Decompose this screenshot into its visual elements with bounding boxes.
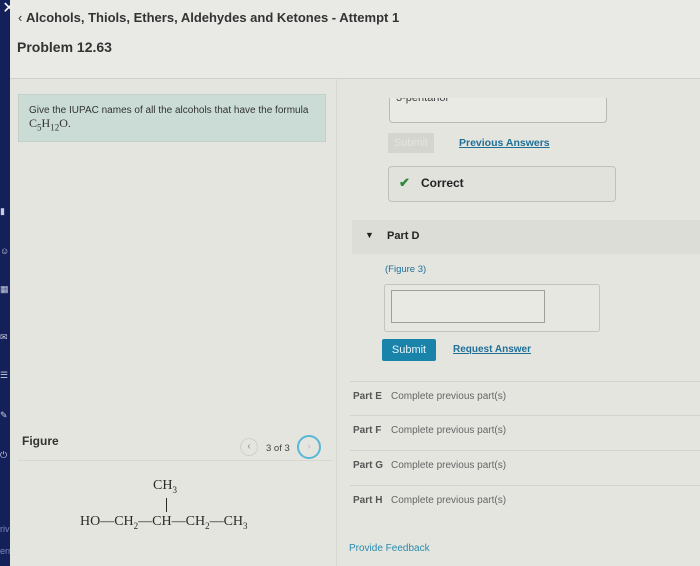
- part-row-f[interactable]: Part F Complete previous part(s): [350, 415, 700, 449]
- sidebar-text: ern: [0, 546, 10, 556]
- figure-label: Figure: [22, 434, 59, 448]
- edit-icon[interactable]: ✎: [0, 410, 10, 421]
- part-row-g[interactable]: Part G Complete previous part(s): [350, 450, 700, 484]
- part-d-answer-frame: [384, 284, 600, 332]
- part-d-submit-button[interactable]: Submit: [382, 339, 436, 361]
- header: ‹ Alcohols, Thiols, Ethers, Aldehydes an…: [10, 0, 700, 79]
- figure-3-link[interactable]: (Figure 3): [385, 264, 426, 275]
- correct-feedback-box: ✔ Correct: [388, 166, 616, 202]
- question-text: Give the IUPAC names of all the alcohols…: [29, 105, 319, 133]
- part-label: Part G: [353, 460, 384, 471]
- part-d-header[interactable]: ▼ Part D: [352, 220, 700, 254]
- part-label: Part H: [353, 495, 383, 506]
- vertical-bond: [166, 498, 167, 512]
- info-icon[interactable]: ▮: [0, 206, 10, 217]
- figure-counter: 3 of 3: [266, 443, 290, 454]
- power-icon[interactable]: ⏻: [0, 450, 10, 461]
- part-status: Complete previous part(s): [391, 425, 507, 436]
- part-status: Complete previous part(s): [391, 460, 507, 471]
- provide-feedback-link[interactable]: Provide Feedback: [349, 543, 430, 554]
- part-c-answer-value: 3-pentanol: [396, 98, 448, 104]
- question-box: Give the IUPAC names of all the alcohols…: [18, 94, 326, 142]
- problem-title: Problem 12.63: [17, 39, 112, 55]
- caret-down-icon[interactable]: ▼: [365, 230, 374, 240]
- request-answer-link[interactable]: Request Answer: [453, 344, 531, 355]
- methyl-branch: CH3: [153, 478, 177, 495]
- user-icon[interactable]: ☺: [0, 246, 10, 256]
- question-prompt: Give the IUPAC names of all the alcohols…: [29, 105, 309, 116]
- mail-icon[interactable]: ✉: [0, 332, 10, 343]
- check-icon: ✔: [399, 175, 410, 190]
- column-divider: [336, 78, 337, 566]
- part-status: Complete previous part(s): [391, 495, 507, 506]
- part-label: Part E: [353, 391, 382, 402]
- question-formula: C5H12O.: [29, 116, 71, 133]
- part-row-h[interactable]: Part H Complete previous part(s): [350, 485, 700, 519]
- main-chain: HO—CH2—CH—CH2—CH3: [80, 514, 248, 531]
- sidebar: ✕ ▮ ☺ ▦ ✉ ☰ ✎ ⏻ riv ern: [0, 0, 18, 566]
- sidebar-text: riv: [0, 524, 10, 534]
- figure-next-button[interactable]: ›: [297, 435, 321, 459]
- part-c-answer-input[interactable]: 3-pentanol: [389, 98, 607, 123]
- part-d-label: Part D: [387, 230, 420, 242]
- part-c-submit-button[interactable]: Submit: [388, 133, 434, 153]
- part-status: Complete previous part(s): [391, 391, 507, 402]
- correct-text: Correct: [421, 176, 464, 190]
- figure-divider: [18, 460, 333, 461]
- part-d-answer-input[interactable]: [391, 290, 545, 323]
- previous-answers-link[interactable]: Previous Answers: [459, 137, 550, 149]
- figure-prev-button[interactable]: ‹: [240, 438, 258, 456]
- grid-icon[interactable]: ▦: [0, 284, 10, 295]
- list-icon[interactable]: ☰: [0, 370, 10, 381]
- assignment-title[interactable]: Alcohols, Thiols, Ethers, Aldehydes and …: [26, 10, 399, 25]
- back-icon[interactable]: ‹: [18, 10, 22, 25]
- part-label: Part F: [353, 425, 382, 436]
- part-row-e[interactable]: Part E Complete previous part(s): [350, 381, 700, 415]
